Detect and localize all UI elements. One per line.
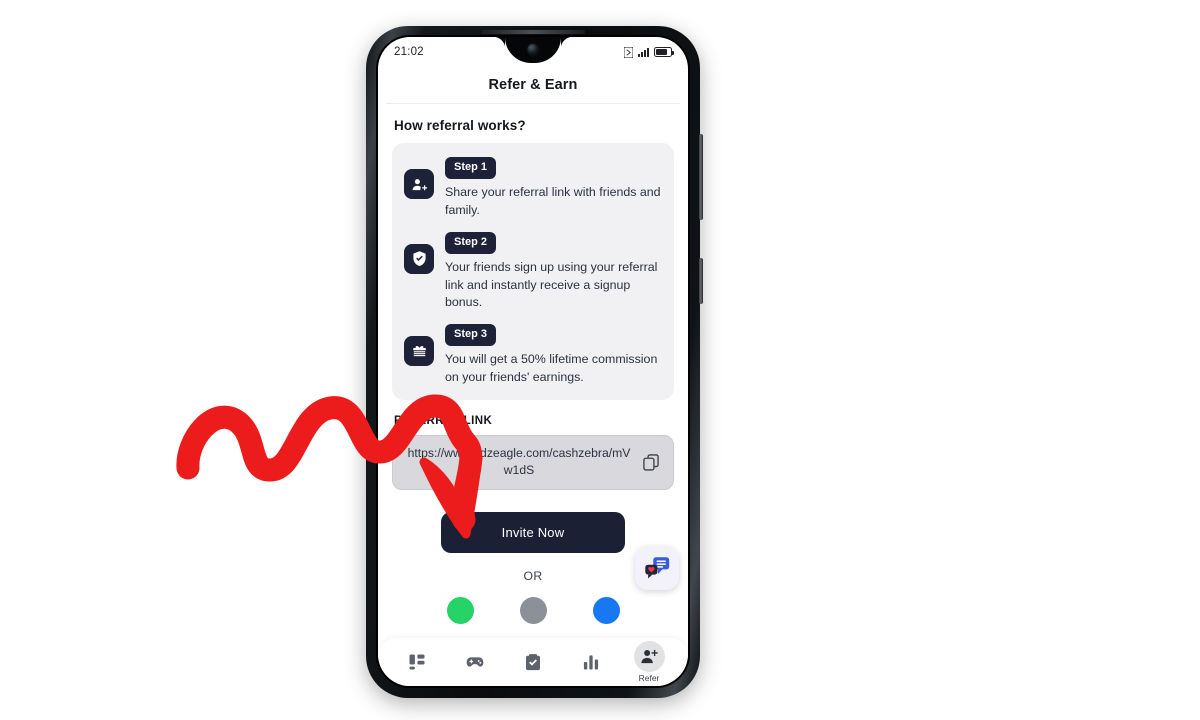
share-target-row <box>392 596 674 624</box>
earpiece-speaker <box>481 30 585 34</box>
nav-active-highlight <box>633 641 665 672</box>
power-button[interactable] <box>699 258 703 304</box>
step-body: Step 2 Your friends sign up using your r… <box>445 231 662 313</box>
battery-icon <box>654 47 674 57</box>
phone-screen: 21:02 Refer & Earn How referral works? S… <box>378 37 688 686</box>
invite-now-button[interactable]: Invite Now <box>441 511 625 553</box>
whatsapp-share-icon[interactable] <box>446 596 474 624</box>
telegram-share-icon[interactable] <box>519 596 547 624</box>
gamepad-icon <box>466 656 484 667</box>
nfc-icon <box>624 46 633 58</box>
nav-item-games[interactable] <box>452 652 498 673</box>
step-badge: Step 2 <box>445 231 497 254</box>
or-divider-label: OR <box>523 568 543 583</box>
screenshot-canvas: 21:02 Refer & Earn How referral works? S… <box>0 0 1200 720</box>
person-add-icon <box>404 169 434 199</box>
nav-item-dashboard[interactable] <box>394 652 440 673</box>
nav-item-refer[interactable]: Refer <box>626 641 672 683</box>
status-icon-group <box>624 46 674 58</box>
step-row: Step 2 Your friends sign up using your r… <box>404 231 662 313</box>
step-badge: Step 1 <box>445 157 497 179</box>
gift-icon <box>404 336 434 367</box>
main-content: How referral works? Step 1 Share your re… <box>378 104 688 624</box>
step-body: Step 1 Share your referral link with fri… <box>445 157 662 220</box>
section-title-how-referral-works: How referral works? <box>394 118 526 133</box>
status-bar: 21:02 <box>378 37 688 67</box>
step-text: Your friends sign up using your referral… <box>445 259 658 310</box>
app-header-title: Refer & Earn <box>488 77 578 93</box>
bar-chart-icon <box>583 654 599 669</box>
nav-label: Refer <box>638 673 660 683</box>
phone-bezel: 21:02 Refer & Earn How referral works? S… <box>376 35 690 688</box>
facebook-share-icon[interactable] <box>592 596 620 624</box>
status-time: 21:02 <box>394 46 424 58</box>
dashboard-grid-icon <box>409 654 425 669</box>
bottom-navigation-bar: Refer <box>378 638 688 686</box>
steps-card: Step 1 Share your referral link with fri… <box>392 143 674 401</box>
referral-link-value: https://www.adzeagle.com/cashzebra/mVw1d… <box>407 446 631 478</box>
shield-check-icon <box>404 243 434 274</box>
step-badge: Step 3 <box>445 324 497 347</box>
volume-button[interactable] <box>699 134 703 220</box>
signal-icon <box>638 47 649 57</box>
person-add-icon <box>640 649 658 664</box>
clipboard-check-icon <box>526 653 540 670</box>
chat-bubbles-icon[interactable] <box>635 546 679 590</box>
step-row: Step 1 Share your referral link with fri… <box>404 157 662 220</box>
step-text: Share your referral link with friends an… <box>445 185 661 217</box>
copy-icon[interactable] <box>641 452 661 472</box>
step-text: You will get a 50% lifetime commission o… <box>445 352 658 385</box>
nav-item-stats[interactable] <box>568 652 614 673</box>
step-row: Step 3 You will get a 50% lifetime commi… <box>404 324 662 387</box>
nav-item-tasks[interactable] <box>510 652 556 673</box>
phone-device-frame: 21:02 Refer & Earn How referral works? S… <box>366 26 703 698</box>
referral-link-box[interactable]: https://www.adzeagle.com/cashzebra/mVw1d… <box>392 435 674 490</box>
step-body: Step 3 You will get a 50% lifetime commi… <box>445 324 662 387</box>
referral-link-label: REFERRAL LINK <box>394 415 493 428</box>
